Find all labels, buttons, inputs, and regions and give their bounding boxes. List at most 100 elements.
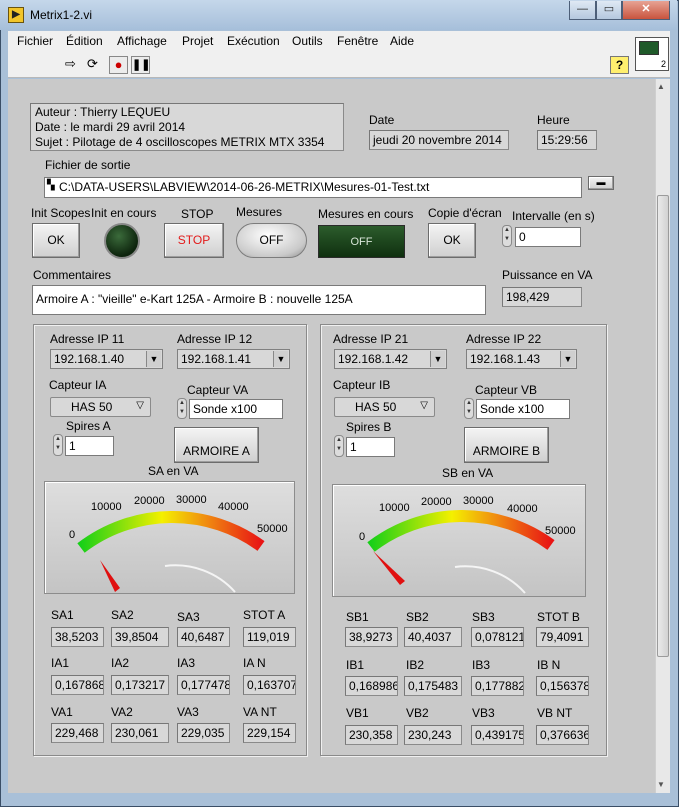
- heure-value: 15:29:56: [537, 130, 597, 150]
- armoire-a-capteur-i-select[interactable]: HAS 50 ▽: [50, 397, 151, 417]
- menu-affichage[interactable]: Affichage: [117, 34, 167, 48]
- armoire-b-v-label: VB1: [346, 706, 369, 720]
- armoire-b-s-value: 38,9273: [345, 627, 398, 647]
- armoire-b-v-label: VB NT: [537, 706, 573, 720]
- armoire-b-ip1-select[interactable]: 192.168.1.42 ▼: [334, 349, 447, 369]
- stop-button[interactable]: STOP: [164, 223, 224, 258]
- armoire-b-i-label: IB N: [537, 658, 561, 672]
- armoire-b-i-label: IB2: [406, 658, 425, 672]
- menu-execution[interactable]: Exécution: [227, 34, 280, 48]
- intervalle-input[interactable]: 0: [515, 227, 581, 247]
- mesures-label: Mesures: [236, 205, 283, 219]
- minimize-icon[interactable]: —: [569, 1, 596, 20]
- scroll-up-icon[interactable]: ▲: [657, 82, 665, 91]
- vi-connector-icon[interactable]: 2: [635, 37, 669, 71]
- armoire-b-s-value: 79,4091: [536, 627, 589, 647]
- armoire-b-v-label: VB3: [472, 706, 495, 720]
- armoire-b-ip2-select[interactable]: 192.168.1.43 ▼: [466, 349, 577, 369]
- init-en-cours-label: Init en cours: [91, 206, 157, 220]
- pause-icon[interactable]: ❚❚: [131, 56, 150, 74]
- armoire-b-button[interactable]: ARMOIRE B: [464, 427, 549, 463]
- mesures-en-cours-indicator: OFF: [318, 225, 405, 258]
- armoire-a-i-value: 0,167868: [51, 675, 104, 695]
- armoire-a-s-value: 39,8504: [111, 627, 169, 647]
- armoire-a-v-value: 229,468: [51, 723, 104, 743]
- gauge-tick-0: 0: [359, 531, 365, 543]
- armoire-b-spires-spin-icon[interactable]: ▲ ▼: [334, 435, 344, 457]
- mesures-toggle[interactable]: OFF: [236, 223, 307, 258]
- path-icon: ▚: [47, 180, 55, 191]
- fichier-label: Fichier de sortie: [45, 158, 131, 172]
- vi-icon-label: 2: [660, 59, 666, 69]
- armoire-b-ip1-label: Adresse IP 21: [333, 332, 409, 346]
- armoire-a-s-value: 38,5203: [51, 627, 104, 647]
- armoire-a-capteur-v-label: Capteur VA: [187, 383, 249, 397]
- armoire-a-ip2-select[interactable]: 192.168.1.41 ▼: [177, 349, 290, 369]
- copie-ecran-button[interactable]: OK: [428, 223, 476, 258]
- browse-folder-icon[interactable]: ▬: [588, 176, 614, 190]
- menu-projet[interactable]: Projet: [182, 34, 213, 48]
- fichier-path-input[interactable]: ▚ C:\DATA-USERS\LABVIEW\2014-06-26-METRI…: [44, 177, 582, 198]
- date-value: jeudi 20 novembre 2014: [369, 130, 509, 150]
- menu-aide[interactable]: Aide: [390, 34, 414, 48]
- armoire-a-i-value: 0,177478: [177, 675, 230, 695]
- menu-fichier[interactable]: Fichier: [17, 34, 53, 48]
- armoire-a-capteur-i-label: Capteur IA: [49, 378, 107, 392]
- gauge-tick-10000: 10000: [91, 501, 122, 513]
- menu-edition[interactable]: Édition: [66, 34, 103, 48]
- close-icon[interactable]: ✕: [622, 1, 670, 20]
- menu-fenetre[interactable]: Fenêtre: [337, 34, 378, 48]
- init-scopes-button[interactable]: OK: [32, 223, 80, 258]
- gauge-glint: [454, 565, 526, 594]
- armoire-a-i-label: IA1: [51, 656, 70, 670]
- armoire-a-ip2-label: Adresse IP 12: [177, 332, 253, 346]
- armoire-b-capteur-v-input[interactable]: Sonde x100: [476, 399, 570, 419]
- armoire-a-capteur-v-input[interactable]: Sonde x100: [189, 399, 283, 419]
- scroll-down-icon[interactable]: ▼: [657, 780, 665, 789]
- intervalle-label: Intervalle (en s): [512, 209, 595, 223]
- commentaires-label: Commentaires: [33, 268, 112, 282]
- commentaires-input[interactable]: Armoire A : "vieille" e-Kart 125A - Armo…: [32, 285, 486, 315]
- puissance-label: Puissance en VA: [502, 268, 593, 282]
- dropdown-arrow-icon: ▽: [136, 400, 144, 411]
- gauge-tick-20000: 20000: [421, 496, 452, 508]
- fichier-path-text: C:\DATA-USERS\LABVIEW\2014-06-26-METRIX\…: [59, 180, 430, 194]
- window-bottom-border: [8, 793, 670, 799]
- scrollbar-thumb[interactable]: [657, 195, 669, 657]
- armoire-a-button[interactable]: ARMOIRE A: [174, 427, 259, 463]
- menu-outils[interactable]: Outils: [292, 34, 323, 48]
- armoire-b-spires-input[interactable]: 1: [346, 437, 395, 457]
- run-continuously-icon[interactable]: ⟳: [83, 56, 102, 74]
- armoire-a-spires-input[interactable]: 1: [65, 436, 114, 456]
- copie-ecran-label: Copie d'écran: [428, 206, 502, 220]
- armoire-b-i-value: 0,156378: [536, 676, 589, 696]
- armoire-a-ip1-label: Adresse IP 11: [50, 332, 125, 346]
- armoire-a-capteur-v-spin-icon[interactable]: ▲ ▼: [177, 398, 187, 419]
- gauge-tick-30000: 30000: [463, 495, 494, 507]
- gauge-tick-0: 0: [69, 529, 75, 541]
- abort-icon[interactable]: ●: [109, 56, 128, 74]
- chevron-down-icon: ▼: [273, 351, 288, 367]
- armoire-b-capteur-i-select[interactable]: HAS 50 ▽: [334, 397, 435, 417]
- armoire-b-s-label: STOT B: [537, 610, 580, 624]
- run-arrow-icon[interactable]: ⇨: [61, 56, 80, 74]
- armoire-a-ip1-select[interactable]: 192.168.1.40 ▼: [50, 349, 163, 369]
- armoire-b-capteur-v-spin-icon[interactable]: ▲ ▼: [464, 398, 474, 419]
- armoire-a-i-label: IA N: [243, 656, 266, 670]
- armoire-a-ip2-value: 192.168.1.41: [181, 352, 252, 366]
- armoire-b-capteur-v-label: Capteur VB: [475, 383, 538, 397]
- maximize-icon[interactable]: ▭: [596, 1, 622, 20]
- intervalle-spin-icon[interactable]: ▲ ▼: [502, 225, 512, 247]
- armoire-a-s-value: 40,6487: [177, 627, 230, 647]
- armoire-a-spires-label: Spires A: [66, 419, 111, 433]
- armoire-b-ip2-label: Adresse IP 22: [466, 332, 542, 346]
- armoire-b-spires-label: Spires B: [346, 420, 392, 434]
- armoire-b-gauge: 0 10000 20000 30000 40000 50000: [332, 484, 586, 597]
- armoire-a-s-label: SA1: [51, 608, 74, 622]
- armoire-a-spires-spin-icon[interactable]: ▲ ▼: [53, 434, 63, 456]
- armoire-b-capteur-i-label: Capteur IB: [333, 378, 391, 392]
- armoire-b-v-value: 230,358: [345, 725, 398, 745]
- dropdown-arrow-icon: ▽: [420, 400, 428, 411]
- armoire-a-v-label: VA3: [177, 705, 199, 719]
- help-icon[interactable]: ?: [610, 56, 629, 74]
